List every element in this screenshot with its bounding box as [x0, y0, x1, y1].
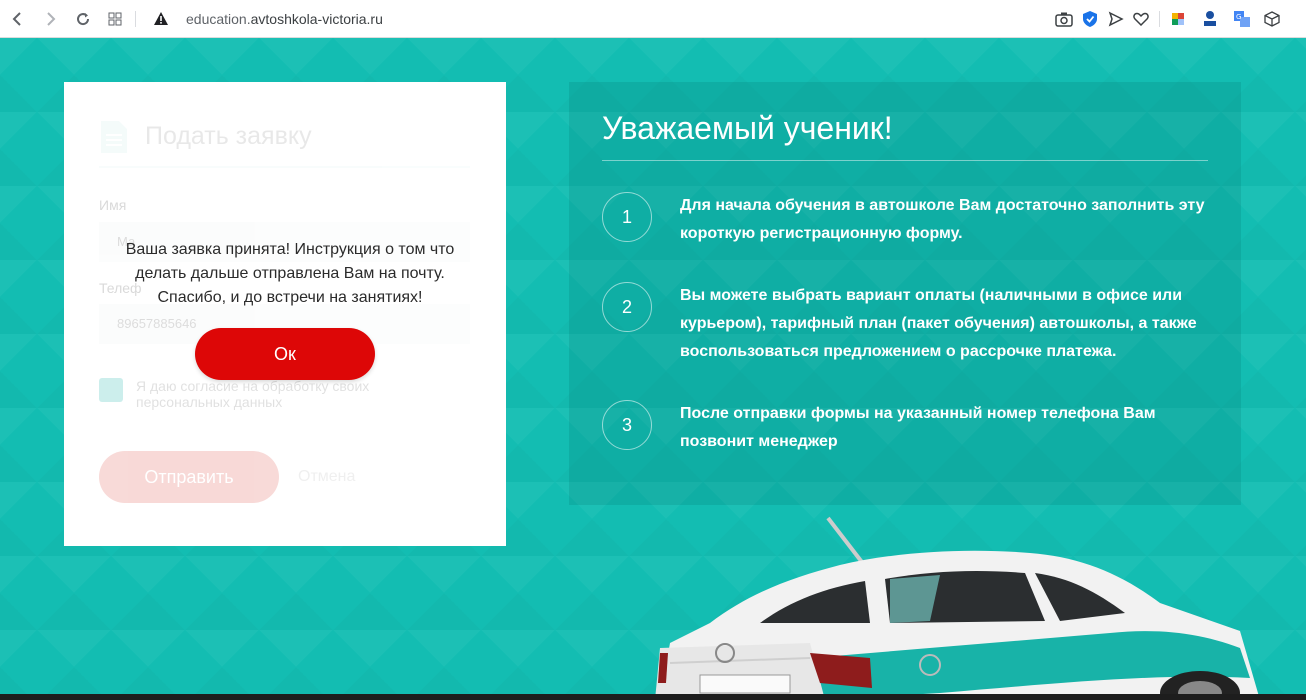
form-title: Подать заявку [145, 122, 312, 150]
application-form-card: Подать заявку Имя Ма Телеф 89657885646 Я… [64, 82, 506, 546]
name-label: Имя [99, 197, 127, 213]
url-host: avtoshkola-victoria.ru [250, 11, 383, 27]
info-title: Уважаемый ученик! [602, 110, 893, 146]
reload-icon[interactable] [71, 7, 95, 31]
shield-icon[interactable] [1080, 9, 1100, 29]
success-message: Ваша заявка принята! Инструкция о том чт… [125, 241, 455, 306]
driving-school-car-image [655, 516, 1260, 700]
step-number: 2 [602, 282, 652, 332]
step-text: Для начала обучения в автошколе Вам дост… [680, 197, 1205, 242]
step-text: После отправки формы на указанный номер … [680, 405, 1156, 450]
grid-icon[interactable] [103, 7, 127, 31]
toolbar-divider [1159, 11, 1160, 27]
box-icon[interactable] [1262, 9, 1282, 29]
back-icon[interactable] [6, 7, 30, 31]
info-divider [602, 160, 1208, 161]
forward-icon[interactable] [38, 7, 62, 31]
step-text: Вы можете выбрать вариант оплаты (наличн… [680, 287, 1197, 360]
consent-label: Я даю согласие на обработку своих персон… [136, 378, 370, 410]
page-background: Подать заявку Имя Ма Телеф 89657885646 Я… [0, 38, 1306, 700]
step-number: 1 [602, 192, 652, 242]
browser-toolbar: education.avtoshkola-victoria.ru G [0, 0, 1306, 38]
consent-checkbox[interactable] [99, 378, 123, 402]
info-panel: Уважаемый ученик! 1 Для начала обучения … [569, 82, 1241, 505]
svg-text:G: G [1236, 13, 1241, 21]
document-icon [101, 121, 127, 153]
ok-button[interactable]: Ок [195, 328, 375, 380]
submit-button[interactable]: Отправить [99, 451, 279, 503]
translate-icon[interactable]: G [1232, 9, 1252, 29]
address-bar[interactable]: education.avtoshkola-victoria.ru [186, 11, 383, 27]
cancel-link[interactable]: Отмена [298, 468, 355, 486]
toolbar-divider [135, 11, 136, 27]
profile-extension-icon[interactable] [1200, 9, 1220, 29]
extension-cube-icon[interactable] [1168, 9, 1188, 29]
taskbar-edge [0, 694, 1306, 700]
send-icon[interactable] [1106, 9, 1126, 29]
form-header: Подать заявку [99, 116, 470, 168]
warning-icon[interactable] [149, 7, 173, 31]
step-number: 3 [602, 400, 652, 450]
heart-icon[interactable] [1131, 9, 1151, 29]
camera-icon[interactable] [1054, 9, 1074, 29]
url-domain-prefix: education. [186, 11, 251, 27]
